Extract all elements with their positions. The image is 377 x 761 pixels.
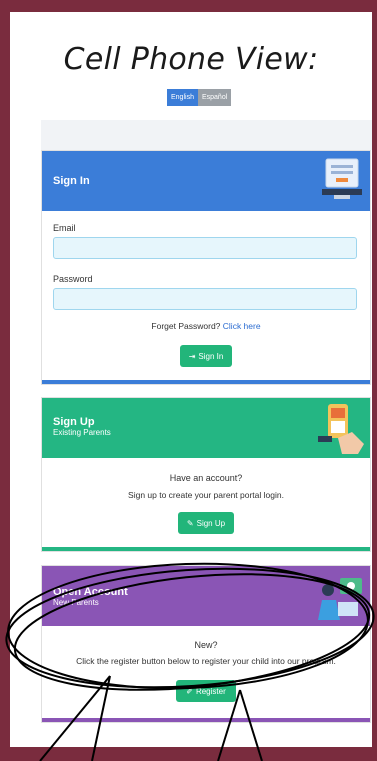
annotation-scribble: [5, 562, 375, 761]
